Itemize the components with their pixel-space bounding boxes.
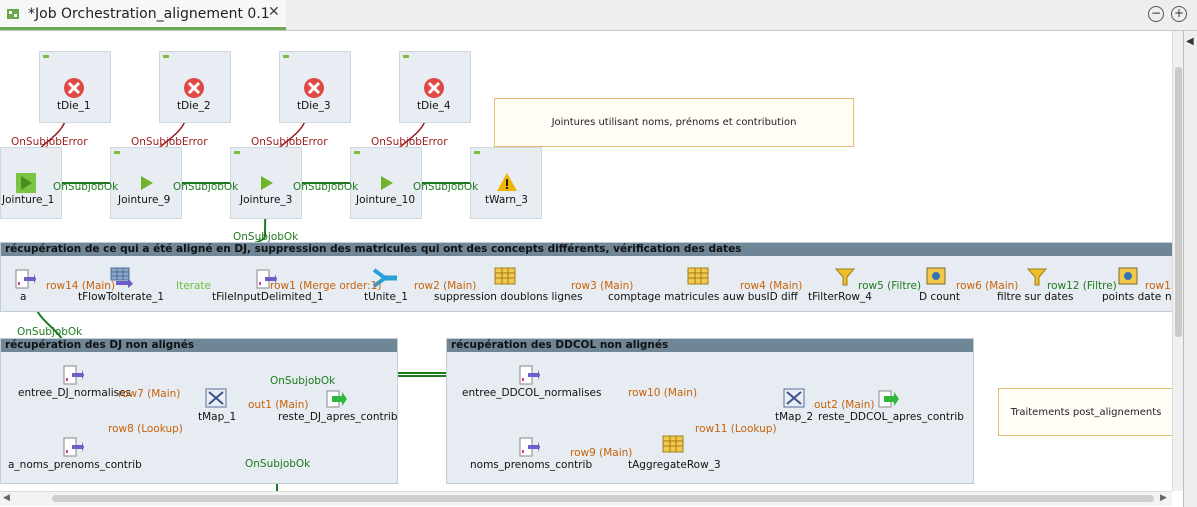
run-job-icon[interactable] [15, 172, 37, 194]
link-main[interactable]: out2 (Main) [814, 399, 874, 411]
java-row-icon[interactable] [1118, 267, 1140, 289]
component-label: a [20, 291, 27, 303]
aggregate-icon[interactable] [687, 267, 709, 289]
run-job-icon[interactable] [378, 174, 396, 192]
tab-title: *Job Orchestration_alignement 0.1 [28, 6, 270, 22]
file-input-icon[interactable] [518, 365, 540, 387]
close-tab-icon[interactable]: ✕ [268, 4, 280, 20]
link-iterate[interactable]: Iterate [176, 280, 211, 292]
component-label: Jointure_3 [240, 194, 293, 206]
component-label: filtre sur dates [997, 291, 1074, 303]
link-on-subjob-ok[interactable]: OnSubjobOk [245, 458, 310, 470]
note-post-alignements[interactable]: Traitements post_alignements [998, 388, 1172, 436]
component-label: D count [919, 291, 961, 303]
link-on-subjob-error[interactable]: OnSubjobError [251, 136, 328, 148]
warn-icon[interactable] [496, 172, 518, 192]
link-on-subjob-error[interactable]: OnSubjobError [371, 136, 448, 148]
link-main[interactable]: out1 (Main) [248, 399, 308, 411]
component-label: tWarn_3 [485, 194, 528, 206]
side-panel-toggle[interactable]: ◀ [1183, 31, 1197, 507]
component-label: tDie_1 [57, 100, 91, 112]
vertical-scroll-thumb[interactable] [1175, 67, 1182, 337]
link-on-subjob-ok[interactable]: OnSubjobOk [17, 326, 82, 338]
component-label: points date [1102, 291, 1162, 303]
filter-icon[interactable] [834, 267, 856, 289]
subjob-main-title: récupération de ce qui a été aligné en D… [1, 243, 1172, 256]
aggregate-icon[interactable] [662, 435, 684, 457]
die-icon[interactable] [63, 77, 85, 99]
run-job-icon[interactable] [138, 174, 156, 192]
link-on-subjob-ok[interactable]: OnSubjobOk [53, 181, 118, 193]
component-label: tDie_3 [297, 100, 331, 112]
link-on-subjob-error[interactable]: OnSubjobError [131, 136, 208, 148]
filter-icon[interactable] [1026, 267, 1048, 289]
component-label: n [1165, 291, 1172, 303]
component-label: reste_DJ_apres_contrib [278, 411, 398, 423]
table-icon[interactable] [494, 267, 516, 289]
link-on-subjob-ok[interactable]: OnSubjobOk [173, 181, 238, 193]
component-label: tDie_4 [417, 100, 451, 112]
scroll-left-icon[interactable]: ◀ [3, 493, 10, 503]
job-tab[interactable]: *Job Orchestration_alignement 0.1 ✕ [0, 0, 286, 30]
link-main[interactable]: row10 (Main) [628, 387, 697, 399]
component-label: Jointure_1 [2, 194, 55, 206]
output-icon[interactable] [326, 388, 348, 410]
java-row-icon[interactable] [926, 267, 948, 289]
component-label: a_noms_prenoms_contrib [8, 459, 142, 471]
note-jointures[interactable]: Jointures utilisant noms, prénoms et con… [494, 98, 854, 147]
component-label: tUnite_1 [364, 291, 408, 303]
component-label: tMap_1 [198, 411, 237, 423]
file-input-icon[interactable] [62, 365, 84, 387]
scroll-right-icon[interactable]: ▶ [1160, 493, 1167, 503]
tmap-icon[interactable] [205, 388, 229, 410]
link-main[interactable]: row9 (Main) [570, 447, 632, 459]
component-label: suppression doublons lignes [434, 291, 583, 303]
minimize-button[interactable]: − [1148, 6, 1164, 22]
subjob-ddcol-title: récupération des DDCOL non alignés [447, 339, 973, 352]
job-icon [7, 9, 19, 19]
file-input-icon[interactable] [14, 269, 36, 291]
component-label: noms_prenoms_contrib [470, 459, 593, 471]
subjob-dj-title: récupération des DJ non alignés [1, 339, 397, 352]
link-lookup[interactable]: row11 (Lookup) [695, 423, 777, 435]
link-on-subjob-ok[interactable]: OnSubjobOk [413, 181, 478, 193]
file-input-icon[interactable] [518, 437, 540, 459]
link-on-subjob-ok[interactable]: OnSubjobOk [270, 375, 335, 387]
link-main[interactable]: row7 (Main) [118, 388, 180, 400]
die-icon[interactable] [303, 77, 325, 99]
die-icon[interactable] [183, 77, 205, 99]
component-label: tFilterRow_4 [808, 291, 872, 303]
link-on-subjob-error[interactable]: OnSubjobError [11, 136, 88, 148]
run-job-icon[interactable] [258, 174, 276, 192]
link-on-subjob-ok[interactable]: OnSubjobOk [293, 181, 358, 193]
component-label: tDie_2 [177, 100, 211, 112]
link-lookup[interactable]: row8 (Lookup) [108, 423, 183, 435]
component-label: Jointure_10 [356, 194, 416, 206]
output-icon[interactable] [878, 388, 900, 410]
component-label: comptage matricules auw busID diff [608, 291, 798, 303]
horizontal-scrollbar[interactable]: ◀ ▶ [0, 491, 1172, 506]
component-label: tFlowToIterate_1 [78, 291, 165, 303]
tmap-icon[interactable] [783, 388, 807, 410]
component-label: tFileInputDelimited_1 [212, 291, 324, 303]
job-design-canvas[interactable]: tDie_1 tDie_2 tDie_3 tDie_4 OnSubjobErro… [0, 31, 1172, 491]
component-label: entree_DJ_normalises [18, 387, 132, 399]
component-label: entree_DDCOL_normalises [462, 387, 602, 399]
component-label: reste_DDCOL_apres_contrib [818, 411, 964, 423]
file-input-icon[interactable] [62, 437, 84, 459]
component-label: tMap_2 [775, 411, 814, 423]
editor-tab-bar: *Job Orchestration_alignement 0.1 ✕ − + [0, 0, 1197, 31]
die-icon[interactable] [423, 77, 445, 99]
maximize-button[interactable]: + [1171, 6, 1187, 22]
horizontal-scroll-thumb[interactable] [52, 495, 1154, 502]
component-label: tAggregateRow_3 [628, 459, 721, 471]
component-label: Jointure_9 [118, 194, 171, 206]
collapse-arrow-icon[interactable]: ◀ [1186, 36, 1194, 47]
